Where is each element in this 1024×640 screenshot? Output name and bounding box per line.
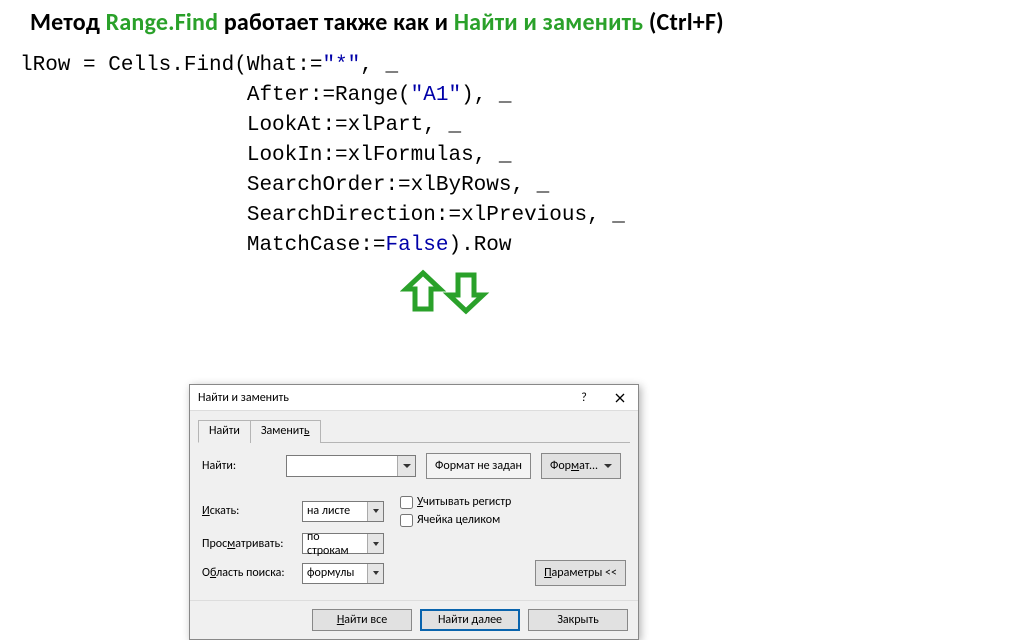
- chevron-down-icon[interactable]: [397, 456, 415, 476]
- parameters-button[interactable]: Параметры <<: [535, 560, 626, 586]
- search-in-label: Искать:: [202, 504, 302, 518]
- dialog-footer: Найти все Найти далее Закрыть: [190, 600, 638, 639]
- look-in-label: Область поиска:: [202, 566, 302, 580]
- search-order-label: Просматривать:: [202, 537, 302, 551]
- format-status: Формат не задан: [426, 453, 531, 479]
- close-button[interactable]: Закрыть: [528, 609, 628, 631]
- title-t1: Метод: [30, 8, 106, 37]
- whole-cell-checkbox[interactable]: Ячейка целиком: [400, 513, 511, 527]
- chevron-down-icon[interactable]: [367, 564, 383, 583]
- find-label: Найти:: [202, 459, 286, 473]
- chevron-down-icon[interactable]: [367, 534, 383, 553]
- title-find-replace: Найти и заменить: [454, 8, 643, 37]
- title-method: Range.Find: [106, 8, 219, 37]
- code-block: lRow = Cells.Find(What:="*", _ After:=Ra…: [20, 51, 1024, 261]
- chevron-down-icon: [604, 464, 612, 468]
- look-in-select[interactable]: формулы: [302, 563, 384, 584]
- title-suffix: (Ctrl+F): [643, 8, 724, 37]
- dialog-titlebar[interactable]: Найти и заменить ?: [190, 385, 638, 411]
- close-icon[interactable]: [602, 385, 638, 410]
- dialog-title: Найти и заменить: [190, 391, 566, 405]
- help-button[interactable]: ?: [566, 385, 602, 410]
- tab-find[interactable]: Найти: [198, 420, 251, 443]
- title-t2: работает также как и: [218, 8, 454, 37]
- format-button[interactable]: Формат...: [541, 453, 621, 479]
- page-title: Метод Range.Find работает также как и На…: [30, 8, 994, 37]
- find-input[interactable]: [286, 455, 416, 477]
- find-replace-dialog: Найти и заменить ? Найти Заменить Найти:…: [189, 384, 639, 640]
- dialog-tabs: Найти Заменить: [198, 419, 630, 443]
- search-order-select[interactable]: по строкам: [302, 533, 384, 554]
- arrows-icon: [400, 267, 1024, 317]
- find-all-button[interactable]: Найти все: [312, 609, 412, 631]
- chevron-down-icon[interactable]: [367, 502, 383, 521]
- find-next-button[interactable]: Найти далее: [420, 609, 520, 631]
- tab-replace[interactable]: Заменить: [250, 420, 321, 443]
- search-in-select[interactable]: на листе: [302, 501, 384, 522]
- match-case-checkbox[interactable]: Учитывать регистр: [400, 495, 511, 509]
